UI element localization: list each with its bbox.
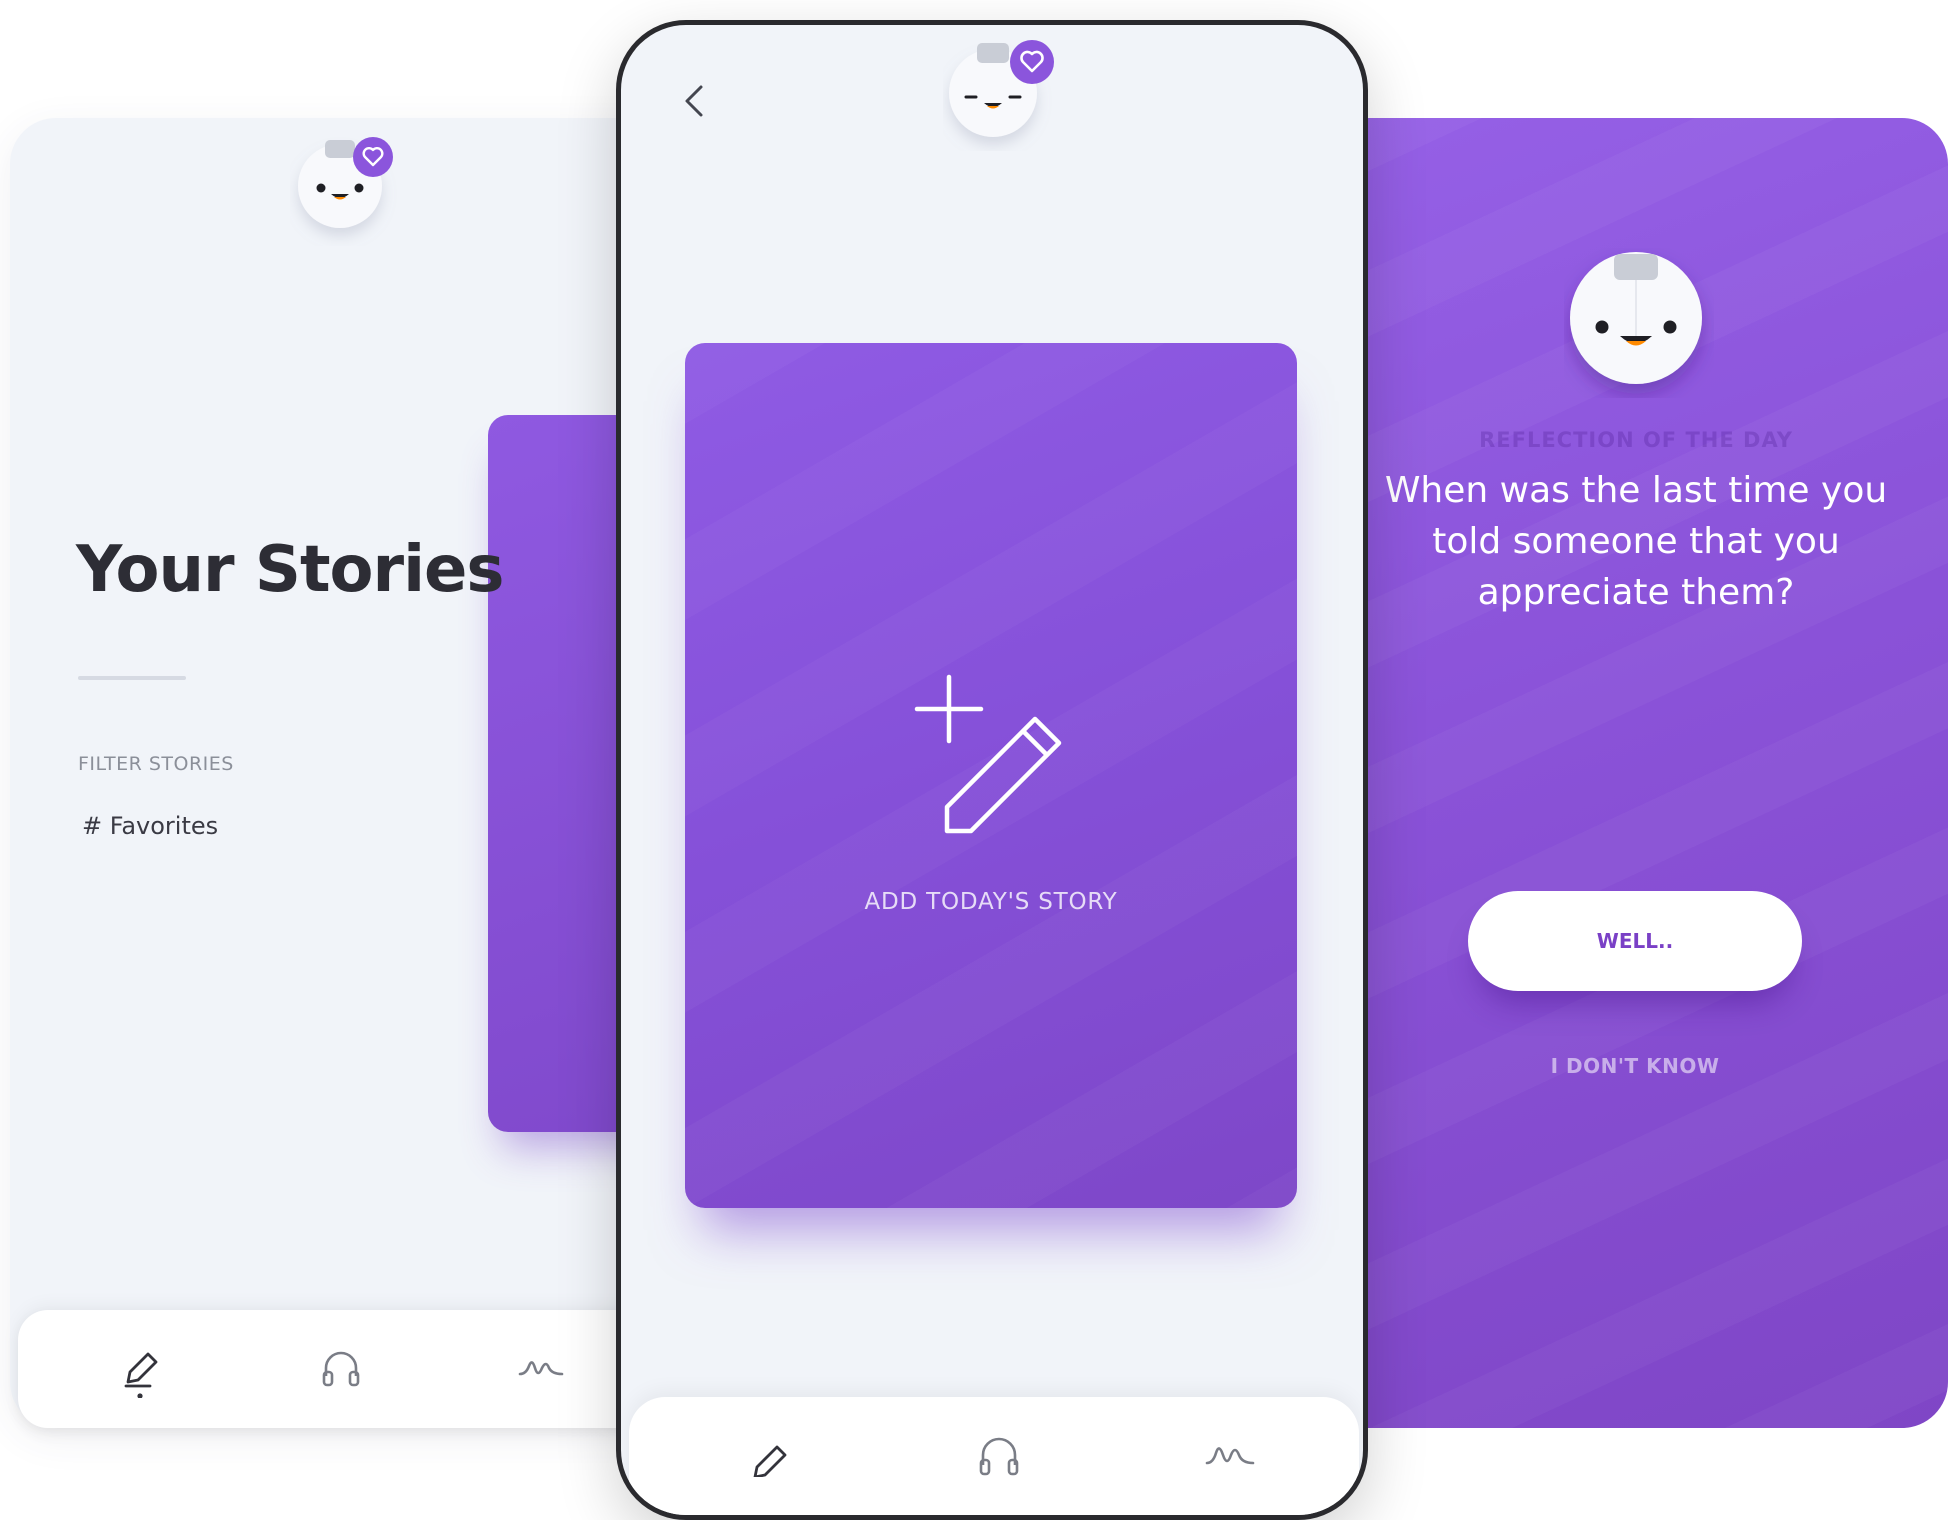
- mascot-face-icon: [1570, 252, 1702, 384]
- filter-label: FILTER STORIES: [78, 753, 234, 775]
- headphones-icon[interactable]: [977, 1433, 1021, 1477]
- add-story-card[interactable]: ADD TODAY'S STORY: [685, 343, 1297, 1208]
- pencil-icon[interactable]: [747, 1437, 793, 1477]
- reflection-label: REFLECTION OF THE DAY: [1479, 428, 1793, 452]
- heart-icon: [353, 137, 393, 177]
- wave-icon[interactable]: [1205, 1439, 1255, 1469]
- title-divider: [78, 676, 186, 680]
- add-pencil-icon: [914, 674, 1062, 834]
- headphones-icon[interactable]: [320, 1348, 362, 1388]
- pencil-icon[interactable]: [120, 1346, 162, 1398]
- left-tab-bar: [18, 1310, 718, 1428]
- chevron-left-icon[interactable]: [679, 79, 709, 123]
- wave-icon[interactable]: [518, 1354, 564, 1382]
- reflection-question: When was the last time you told someone …: [1384, 470, 1888, 613]
- well-button[interactable]: WELL..: [1468, 891, 1802, 991]
- dont-know-link[interactable]: I DON'T KNOW: [1468, 1054, 1802, 1078]
- filter-item-favorites[interactable]: # Favorites: [82, 812, 218, 840]
- center-tab-bar: [629, 1397, 1359, 1515]
- left-screen: Your Stories FILTER STORIES # Favorites: [10, 118, 710, 1428]
- phone-frame: ADD TODAY'S STORY: [616, 20, 1368, 1520]
- heart-icon: [1010, 40, 1054, 84]
- mascot-avatar: [290, 136, 400, 246]
- add-story-label: ADD TODAY'S STORY: [864, 889, 1118, 915]
- mascot-avatar: [943, 40, 1054, 151]
- page-title: Your Stories: [76, 533, 504, 607]
- mascot-avatar-large: [1564, 248, 1714, 398]
